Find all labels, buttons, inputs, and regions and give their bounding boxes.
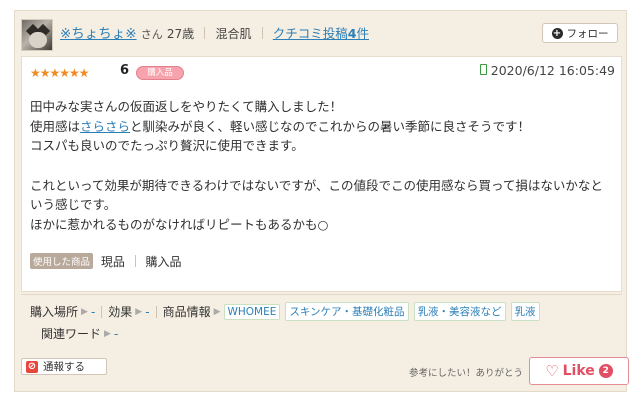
tag-subcategory[interactable]: 乳液・美容液など — [413, 302, 506, 321]
review-card: ※ちょちょ※ さん 27歳 混合肌 クチコミ投稿4件 + フォロー ★★★★★★… — [14, 10, 629, 392]
review-line: コスパも良いのでたっぷり贅沢に使用できます。 — [30, 138, 304, 153]
reviewer-age: 27歳 — [166, 27, 195, 41]
review-line: ほかに惹かれるものがなければリピートもあるかも○ — [30, 216, 329, 232]
posted-date: 2020/6/12 16:05:49 — [479, 63, 615, 78]
like-label: Like — [562, 363, 595, 379]
review-line: これといって効果が期待できるわけではないですが、この値段でこの使用感なら買って損… — [30, 177, 603, 193]
review-line: いう感じです。 — [30, 197, 117, 212]
divider — [155, 305, 157, 318]
review-content: ★★★★★★ 6 購入品 2020/6/12 16:05:49 田中みな実さんの… — [21, 56, 622, 292]
follow-button[interactable]: + フォロー — [542, 23, 618, 43]
triangle-right-icon: ▶ — [135, 306, 143, 317]
report-label: 通報する — [43, 361, 85, 373]
helpful-text: 参考にしたい！ありがとう — [409, 368, 524, 379]
review-count-link[interactable]: クチコミ投稿4件 — [273, 26, 369, 41]
used-product-item: 現品 — [100, 255, 125, 269]
purchase-place-label: 購入場所 — [30, 305, 79, 319]
used-product-badge: 使用した商品 — [30, 253, 94, 269]
review-line: 田中みな実さんの仮面返しをやりたくて購入しました！ — [30, 99, 343, 114]
like-count-badge: 2 — [598, 364, 613, 378]
used-product-item: 購入品 — [145, 255, 182, 269]
reviewer-skin-type: 混合肌 — [215, 27, 252, 41]
rating-stars: ★★★★★★ — [30, 66, 90, 80]
reviewer-name-link[interactable]: ※ちょちょ※ — [60, 26, 137, 42]
divider — [261, 27, 263, 39]
purchased-badge: 購入品 — [136, 66, 184, 80]
divider — [101, 305, 103, 318]
tags-row: 購入場所 ▶ - 効果 ▶ - 商品情報 ▶ WHOMEE スキンケア・基礎化粧… — [30, 302, 545, 321]
prohibited-icon: ⊘ — [26, 360, 38, 373]
rating-score: 6 — [120, 63, 130, 78]
divider — [204, 27, 206, 39]
reviewer-honorific: さん — [140, 28, 163, 41]
triangle-right-icon: ▶ — [213, 306, 221, 317]
triangle-right-icon: ▶ — [104, 328, 111, 339]
review-line: 使用感はさらさらと馴染みが良く、軽い感じなのでこれからの暑い季節に良さそうです！ — [30, 118, 531, 134]
mobile-icon — [479, 64, 487, 75]
keyword-link[interactable]: さらさら — [80, 119, 130, 134]
triangle-right-icon: ▶ — [81, 306, 88, 317]
follow-button-label: フォロー — [566, 27, 609, 40]
review-body: 田中みな実さんの仮面返しをやりたくて購入しました！ 使用感はさらさらと馴染みが良… — [30, 97, 620, 234]
plus-circle-icon: + — [551, 27, 563, 39]
avatar[interactable] — [21, 19, 53, 51]
like-button[interactable]: ♡ Like 2 — [529, 357, 629, 385]
tag-category[interactable]: スキンケア・基礎化粧品 — [285, 302, 409, 321]
related-words-row: 関連ワード ▶ - — [41, 325, 118, 342]
reviewer-info: ※ちょちょ※ さん 27歳 混合肌 クチコミ投稿4件 — [60, 24, 369, 45]
product-info-label: 商品情報 — [162, 305, 211, 319]
divider — [134, 255, 136, 267]
related-words-value: - — [113, 326, 119, 341]
heart-icon: ♡ — [545, 362, 559, 380]
report-button[interactable]: ⊘ 通報する — [21, 358, 107, 375]
purchase-place-value: - — [90, 304, 96, 319]
effect-value: - — [145, 304, 150, 319]
tag-brand[interactable]: WHOMEE — [223, 303, 281, 320]
used-product-row: 使用した商品 現品 購入品 — [30, 253, 182, 270]
related-words-label: 関連ワード — [41, 327, 102, 341]
section-divider — [21, 294, 622, 295]
effect-label: 効果 — [108, 305, 133, 319]
tag-item-type[interactable]: 乳液 — [510, 302, 540, 321]
